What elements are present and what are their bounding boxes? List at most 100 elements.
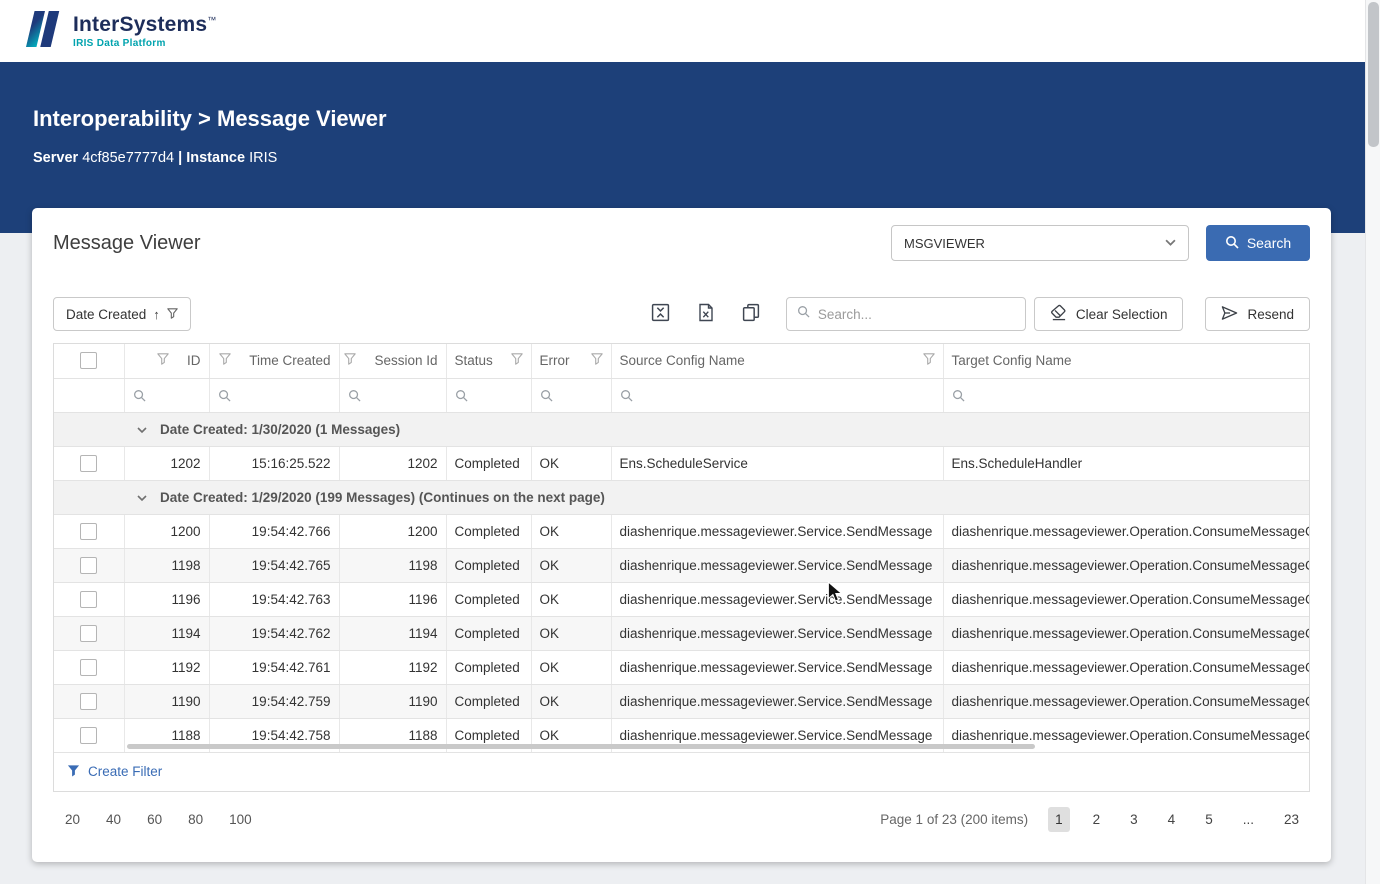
- table-row[interactable]: 1202 15:16:25.522 1202 Completed OK Ens.Sched…: [54, 446, 1309, 481]
- chevron-down-icon[interactable]: [137, 422, 147, 437]
- table-row[interactable]: 1200 19:54:42.766 1200 Completed OK diashenri…: [54, 514, 1309, 549]
- table-row[interactable]: 1190 19:54:42.759 1190 Completed OK diashenri…: [54, 684, 1309, 719]
- cell-time-created: 15:16:25.522: [208, 446, 339, 481]
- row-checkbox[interactable]: [80, 726, 98, 744]
- copy-button[interactable]: [740, 301, 762, 327]
- group-label: Date Created: 1/29/2020 (199 Messages) (…: [160, 489, 605, 505]
- create-filter-button[interactable]: Create Filter: [54, 753, 1309, 791]
- table-row[interactable]: 1196 19:54:42.763 1196 Completed OK diashenri…: [54, 582, 1309, 617]
- filter-input-target-config-name[interactable]: [942, 378, 1309, 413]
- page-button-1[interactable]: 1: [1048, 806, 1070, 832]
- table-row[interactable]: 1194 19:54:42.762 1194 Completed OK diashenri…: [54, 616, 1309, 651]
- page-button-4[interactable]: 4: [1161, 807, 1183, 832]
- cell-source-config-name: diashenrique.messageviewer.Service.SendM…: [610, 616, 943, 651]
- instance-label: Instance: [186, 150, 246, 166]
- filter-input-source-config-name[interactable]: [610, 378, 943, 413]
- row-checkbox[interactable]: [80, 522, 98, 540]
- row-checkbox-cell[interactable]: [54, 514, 124, 549]
- filter-input-session-id[interactable]: [338, 378, 446, 413]
- cell-source-config-name: diashenrique.messageviewer.Service.SendM…: [610, 684, 943, 719]
- collapse-all-button[interactable]: [649, 301, 672, 327]
- cell-target-config-name: diashenrique.messageviewer.Operation.Con…: [942, 548, 1309, 583]
- column-header-time-created[interactable]: Time Created: [208, 344, 339, 379]
- search-input[interactable]: [817, 306, 1015, 322]
- horizontal-scrollbar[interactable]: [127, 743, 1035, 749]
- select-all-checkbox-cell[interactable]: [54, 344, 124, 379]
- column-header-session-id[interactable]: Session Id: [338, 344, 446, 379]
- row-checkbox[interactable]: [80, 590, 98, 608]
- page-size-80[interactable]: 80: [188, 812, 203, 827]
- page-size-60[interactable]: 60: [147, 812, 162, 827]
- pagination-bar: 20 40 60 80 100 Page 1 of 23 (200 items) 123…: [53, 806, 1310, 832]
- grid-toolbar-icons: [649, 301, 762, 327]
- vertical-scrollbar[interactable]: [1365, 0, 1380, 884]
- group-row[interactable]: Date Created: 1/29/2020 (199 Messages) (…: [54, 480, 1309, 515]
- cell-error: OK: [530, 548, 611, 583]
- cell-error: OK: [530, 616, 611, 651]
- row-checkbox-cell[interactable]: [54, 650, 124, 685]
- cell-id: 1196: [123, 582, 209, 617]
- page-button-2[interactable]: 2: [1086, 807, 1108, 832]
- column-header-error[interactable]: Error: [530, 344, 611, 379]
- filter-icon[interactable]: [157, 353, 169, 368]
- chevron-down-icon[interactable]: [137, 490, 147, 505]
- vertical-scrollbar-thumb[interactable]: [1368, 2, 1379, 147]
- filter-input-id[interactable]: [123, 378, 209, 413]
- column-header-source-config-name[interactable]: Source Config Name: [610, 344, 943, 379]
- filter-input-time-created[interactable]: [208, 378, 339, 413]
- table-row[interactable]: 1192 19:54:42.761 1192 Completed OK diashenri…: [54, 650, 1309, 685]
- page-size-20[interactable]: 20: [65, 812, 80, 827]
- cell-session-id: 1200: [338, 514, 446, 549]
- page-size-40[interactable]: 40: [106, 812, 121, 827]
- cell-status: Completed: [445, 514, 531, 549]
- row-checkbox-cell[interactable]: [54, 616, 124, 651]
- row-checkbox[interactable]: [80, 454, 98, 472]
- group-row[interactable]: Date Created: 1/30/2020 (1 Messages): [54, 412, 1309, 447]
- cell-source-config-name: diashenrique.messageviewer.Service.SendM…: [610, 514, 943, 549]
- select-all-checkbox[interactable]: [80, 352, 98, 370]
- server-label: Server: [33, 150, 79, 166]
- column-header-status[interactable]: Status: [445, 344, 531, 379]
- cell-time-created: 19:54:42.759: [208, 684, 339, 719]
- table-filter-row: [54, 378, 1309, 413]
- filter-icon[interactable]: [344, 353, 357, 368]
- search-icon: [455, 388, 468, 403]
- row-checkbox-cell[interactable]: [54, 684, 124, 719]
- sort-date-created-button[interactable]: Date Created ↑: [53, 297, 191, 331]
- clear-selection-button[interactable]: Clear Selection: [1033, 297, 1184, 331]
- export-excel-button[interactable]: [696, 301, 716, 327]
- table-row[interactable]: 1198 19:54:42.765 1198 Completed OK diashenri…: [54, 548, 1309, 583]
- server-instance-line: Server 4cf85e7777d4 | Instance IRIS: [33, 150, 1380, 166]
- cell-target-config-name: diashenrique.messageviewer.Operation.Con…: [942, 514, 1309, 549]
- filter-input-error[interactable]: [530, 378, 611, 413]
- search-icon: [218, 388, 231, 403]
- filter-input-status[interactable]: [445, 378, 531, 413]
- page-button-23[interactable]: 23: [1277, 807, 1306, 832]
- row-checkbox[interactable]: [80, 556, 98, 574]
- connection-select[interactable]: MSGVIEWER: [891, 225, 1189, 261]
- filter-icon: [67, 764, 80, 780]
- page-button-5[interactable]: 5: [1198, 807, 1220, 832]
- filter-icon[interactable]: [590, 353, 603, 368]
- filter-icon[interactable]: [510, 353, 523, 368]
- search-button[interactable]: Search: [1206, 225, 1310, 261]
- row-checkbox[interactable]: [80, 692, 98, 710]
- row-checkbox[interactable]: [80, 624, 98, 642]
- column-header-id[interactable]: ID: [123, 344, 209, 379]
- row-checkbox-cell[interactable]: [54, 718, 124, 753]
- column-header-target-config-name[interactable]: Target Config Name: [942, 344, 1309, 379]
- filter-icon[interactable]: [922, 353, 935, 368]
- filter-cell-empty: [54, 378, 124, 413]
- page-button-3[interactable]: 3: [1123, 807, 1145, 832]
- search-box[interactable]: [785, 297, 1026, 331]
- row-checkbox-cell[interactable]: [54, 582, 124, 617]
- row-checkbox-cell[interactable]: [54, 548, 124, 583]
- export-excel-icon: [698, 303, 714, 325]
- cell-session-id: 1198: [338, 548, 446, 583]
- filter-icon[interactable]: [219, 353, 231, 368]
- page-size-100[interactable]: 100: [229, 812, 252, 827]
- column-label: Source Config Name: [619, 353, 745, 369]
- row-checkbox-cell[interactable]: [54, 446, 124, 481]
- row-checkbox[interactable]: [80, 658, 98, 676]
- resend-button[interactable]: Resend: [1205, 297, 1310, 331]
